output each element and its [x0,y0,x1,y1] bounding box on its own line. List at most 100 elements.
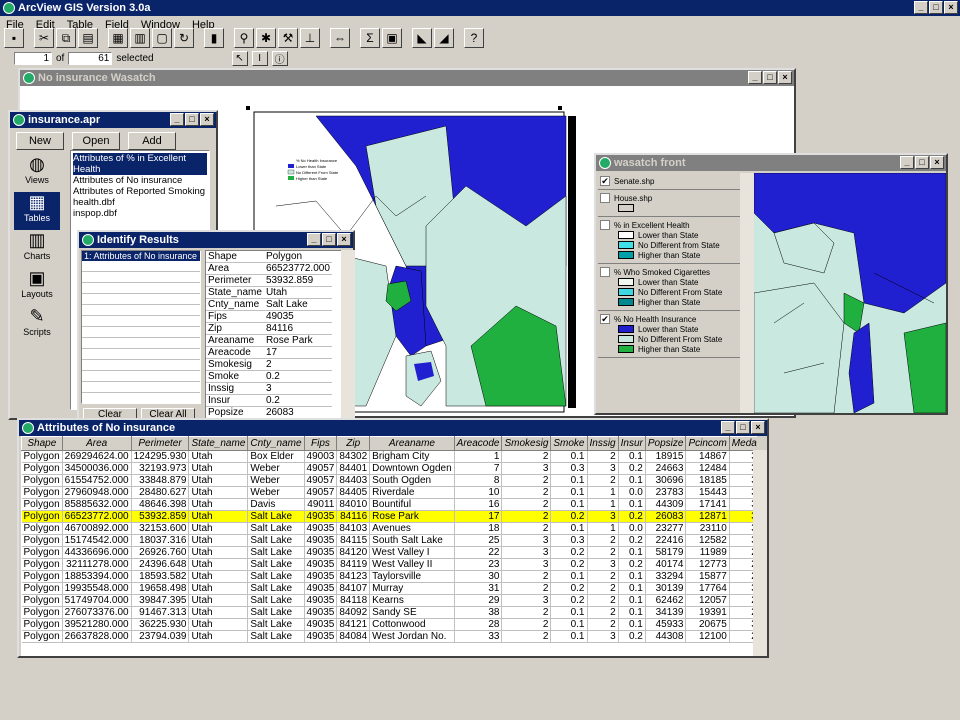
identify-scrollbar[interactable] [341,250,355,422]
calculate-icon[interactable]: ▣ [382,28,402,48]
table-row[interactable]: Polygon 269294624.00 124295.930 Utah Box Eld… [21,450,757,463]
list-item[interactable]: Attributes of No insurance [73,175,207,186]
list-item[interactable]: health.dbf [73,197,207,208]
hammer-icon[interactable]: ⚒ [278,28,298,48]
list-item[interactable]: 1: Attributes of No insurance [82,251,200,261]
wasatch-close-button[interactable]: × [930,156,944,169]
select-none-icon[interactable]: ▢ [152,28,172,48]
paste-icon[interactable]: ▤ [78,28,98,48]
column-header[interactable]: State_name [188,436,249,451]
toc-layer[interactable]: ✔ Senate.shp [598,173,740,190]
column-header[interactable]: Perimeter [130,436,190,451]
project-maximize-button[interactable]: □ [185,113,199,126]
table-row[interactable]: Polygon 26637828.000 23794.039 Utah Salt Lak… [21,630,757,643]
identify-close-button[interactable]: × [337,233,351,246]
close-button[interactable]: × [944,1,958,14]
layer-checkbox[interactable] [600,220,610,230]
table-icon[interactable]: ▦ [108,28,128,48]
column-header[interactable]: Inssig [586,436,619,451]
identify-minimize-button[interactable]: _ [307,233,321,246]
cut-icon[interactable]: ✂ [34,28,54,48]
list-item[interactable]: Attributes of Reported Smoking [73,186,207,197]
table-row[interactable]: Polygon 18853394.000 18593.582 Utah Salt Lak… [21,570,757,583]
chart-icon[interactable]: ▮ [204,28,224,48]
identify-tool-icon[interactable]: ⓘ [271,51,288,66]
layer-checkbox[interactable] [600,193,610,203]
project-close-button[interactable]: × [200,113,214,126]
views-doc-type[interactable]: ◍ Views [14,154,60,192]
table-row[interactable]: Polygon 276073376.00 91467.313 Utah Salt Lak… [21,606,757,619]
wasatch-minimize-button[interactable]: _ [900,156,914,169]
save-icon[interactable]: ▪ [4,28,24,48]
sort-ascending-icon[interactable]: ◣ [412,28,432,48]
column-header[interactable]: Area [61,436,132,451]
edit-tool-icon[interactable]: I [251,51,268,66]
join-icon[interactable]: ⇔ [330,28,350,48]
pointer-tool-icon[interactable]: ↖ [231,51,248,66]
attr-minimize-button[interactable]: _ [721,421,735,434]
minimize-button[interactable]: _ [914,1,928,14]
wasatch-maximize-button[interactable]: □ [915,156,929,169]
table-row[interactable]: Polygon 66523772.000 53932.859 Utah Salt Lak… [21,510,757,523]
table-row[interactable]: Polygon 46700892.000 32153.600 Utah Salt Lak… [21,522,757,535]
layer-checkbox[interactable]: ✔ [600,176,610,186]
wasatch-map[interactable] [754,173,946,413]
tables-doc-type[interactable]: ▦ Tables [14,192,60,230]
open-button[interactable]: Open [72,132,120,150]
toc-layer[interactable]: % Who Smoked Cigarettes Lower than State N… [598,264,740,311]
column-header[interactable]: Areaname [369,436,455,451]
scripts-doc-type[interactable]: ✎ Scripts [14,306,60,344]
layer-checkbox[interactable]: ✔ [600,314,610,324]
maximize-button[interactable]: □ [929,1,943,14]
view-maximize-button[interactable]: □ [763,71,777,84]
new-button[interactable]: New [16,132,64,150]
toc-layer[interactable]: House.shp [598,190,740,217]
table-row[interactable]: Polygon 32111278.000 24396.648 Utah Salt Lak… [21,558,757,571]
toc-scrollbar[interactable] [740,173,754,413]
project-minimize-button[interactable]: _ [170,113,184,126]
current-record-field[interactable]: 1 [14,52,52,65]
column-header[interactable]: Popsize [644,436,687,451]
column-header[interactable]: Smoke [550,436,588,451]
sort-descending-icon[interactable]: ◢ [434,28,454,48]
column-header[interactable]: Cnty_name [247,436,305,451]
column-header[interactable]: Zip [336,436,371,451]
table-row[interactable]: Polygon 34500036.000 32193.973 Utah Weber 490… [21,462,757,475]
column-header[interactable]: Medag [728,436,757,451]
add-button[interactable]: Add [128,132,176,150]
table-row[interactable]: Polygon 61554752.000 33848.879 Utah Weber 490… [21,474,757,487]
attr-scrollbar[interactable] [753,450,767,656]
toc-layer[interactable]: % in Excellent Health Lower than State No … [598,217,740,264]
table-row[interactable]: Polygon 19935548.000 19658.498 Utah Salt Lak… [21,582,757,595]
copy-icon[interactable]: ⧉ [56,28,76,48]
charts-doc-type[interactable]: ▥ Charts [14,230,60,268]
column-header[interactable]: Smokesig [501,436,552,451]
table-row[interactable]: Polygon 85885632.000 48646.398 Utah Davis 490… [21,498,757,511]
list-item[interactable]: Attributes of % in Excellent Health [73,153,207,175]
list-item[interactable]: inspop.dbf [73,208,207,219]
summarize-icon[interactable]: Σ [360,28,380,48]
table-row[interactable]: Polygon 27960948.000 28480.627 Utah Weber 490… [21,486,757,499]
refresh-icon[interactable]: ↻ [174,28,194,48]
attr-maximize-button[interactable]: □ [736,421,750,434]
view-close-button[interactable]: × [778,71,792,84]
column-header[interactable]: Shape [21,436,63,451]
help-icon[interactable]: ? [464,28,484,48]
column-header[interactable]: Areacode [453,436,503,451]
query-icon[interactable]: ✱ [256,28,276,48]
column-header[interactable]: Insur [617,436,646,451]
layouts-doc-type[interactable]: ▣ Layouts [14,268,60,306]
find-icon[interactable]: ⚲ [234,28,254,48]
toc-layer[interactable]: ✔ % No Health Insurance Lower than State No… [598,311,740,358]
table-row[interactable]: Polygon 39521280.000 36225.930 Utah Salt Lak… [21,618,757,631]
attr-close-button[interactable]: × [751,421,765,434]
view-minimize-button[interactable]: _ [748,71,762,84]
column-header[interactable]: Fips [303,436,338,451]
table-row[interactable]: Polygon 51749704.000 39847.395 Utah Salt Lak… [21,594,757,607]
select-all-icon[interactable]: ▥ [130,28,150,48]
promote-icon[interactable]: ⊥ [300,28,320,48]
identify-maximize-button[interactable]: □ [322,233,336,246]
column-header[interactable]: Pcincom [685,436,730,451]
table-row[interactable]: Polygon 44336696.000 26926.760 Utah Salt Lak… [21,546,757,559]
table-row[interactable]: Polygon 15174542.000 18037.316 Utah Salt Lak… [21,534,757,547]
